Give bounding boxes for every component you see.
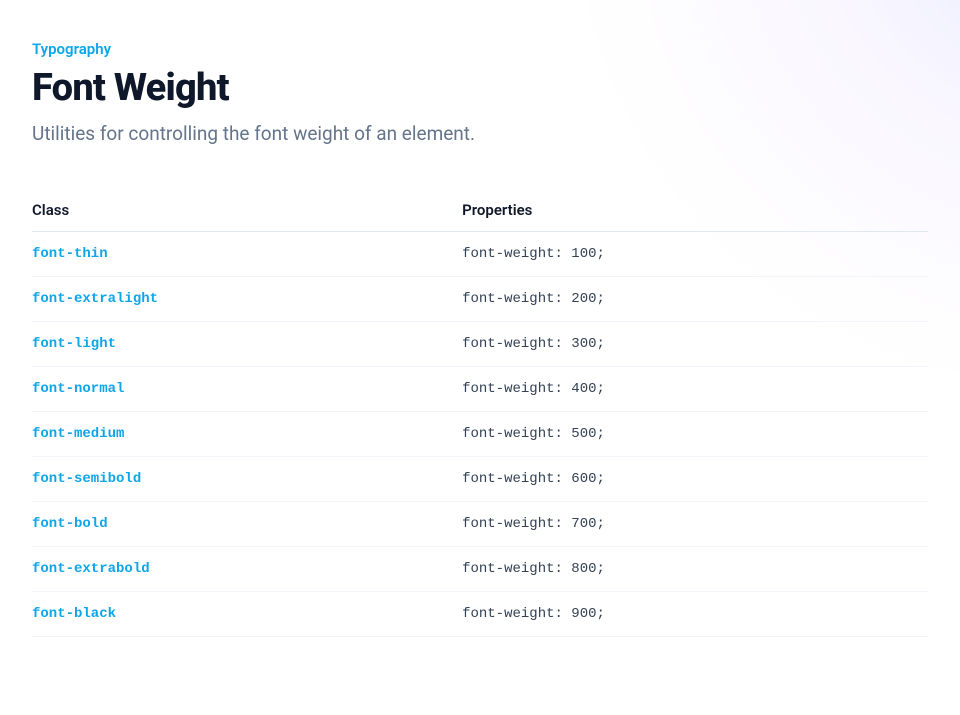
cell-class: font-bold (32, 516, 462, 532)
cell-properties: font-weight: 100; (462, 246, 928, 262)
cell-properties: font-weight: 900; (462, 606, 928, 622)
main-content: Typography Font Weight Utilities for con… (0, 0, 960, 637)
cell-class: font-extrabold (32, 561, 462, 577)
category-label: Typography (32, 40, 928, 58)
cell-properties: font-weight: 300; (462, 336, 928, 352)
table-row: font-mediumfont-weight: 500; (32, 412, 928, 457)
cell-class: font-normal (32, 381, 462, 397)
table-row: font-lightfont-weight: 300; (32, 322, 928, 367)
cell-class: font-thin (32, 246, 462, 262)
table-row: font-extraboldfont-weight: 800; (32, 547, 928, 592)
header-class: Class (32, 201, 462, 219)
cell-class: font-black (32, 606, 462, 622)
cell-class: font-light (32, 336, 462, 352)
cell-properties: font-weight: 400; (462, 381, 928, 397)
table-row: font-blackfont-weight: 900; (32, 592, 928, 637)
header-properties: Properties (462, 201, 928, 219)
cell-class: font-extralight (32, 291, 462, 307)
table-row: font-boldfont-weight: 700; (32, 502, 928, 547)
page-title: Font Weight (32, 66, 928, 110)
cell-properties: font-weight: 700; (462, 516, 928, 532)
cell-class: font-semibold (32, 471, 462, 487)
utilities-table: Class Properties font-thinfont-weight: 1… (32, 201, 928, 637)
table-row: font-normalfont-weight: 400; (32, 367, 928, 412)
table-header: Class Properties (32, 201, 928, 232)
table-row: font-extralightfont-weight: 200; (32, 277, 928, 322)
page-description: Utilities for controlling the font weigh… (32, 122, 928, 145)
cell-class: font-medium (32, 426, 462, 442)
table-row: font-thinfont-weight: 100; (32, 232, 928, 277)
table-body: font-thinfont-weight: 100;font-extraligh… (32, 232, 928, 637)
cell-properties: font-weight: 200; (462, 291, 928, 307)
cell-properties: font-weight: 500; (462, 426, 928, 442)
cell-properties: font-weight: 600; (462, 471, 928, 487)
cell-properties: font-weight: 800; (462, 561, 928, 577)
table-row: font-semiboldfont-weight: 600; (32, 457, 928, 502)
